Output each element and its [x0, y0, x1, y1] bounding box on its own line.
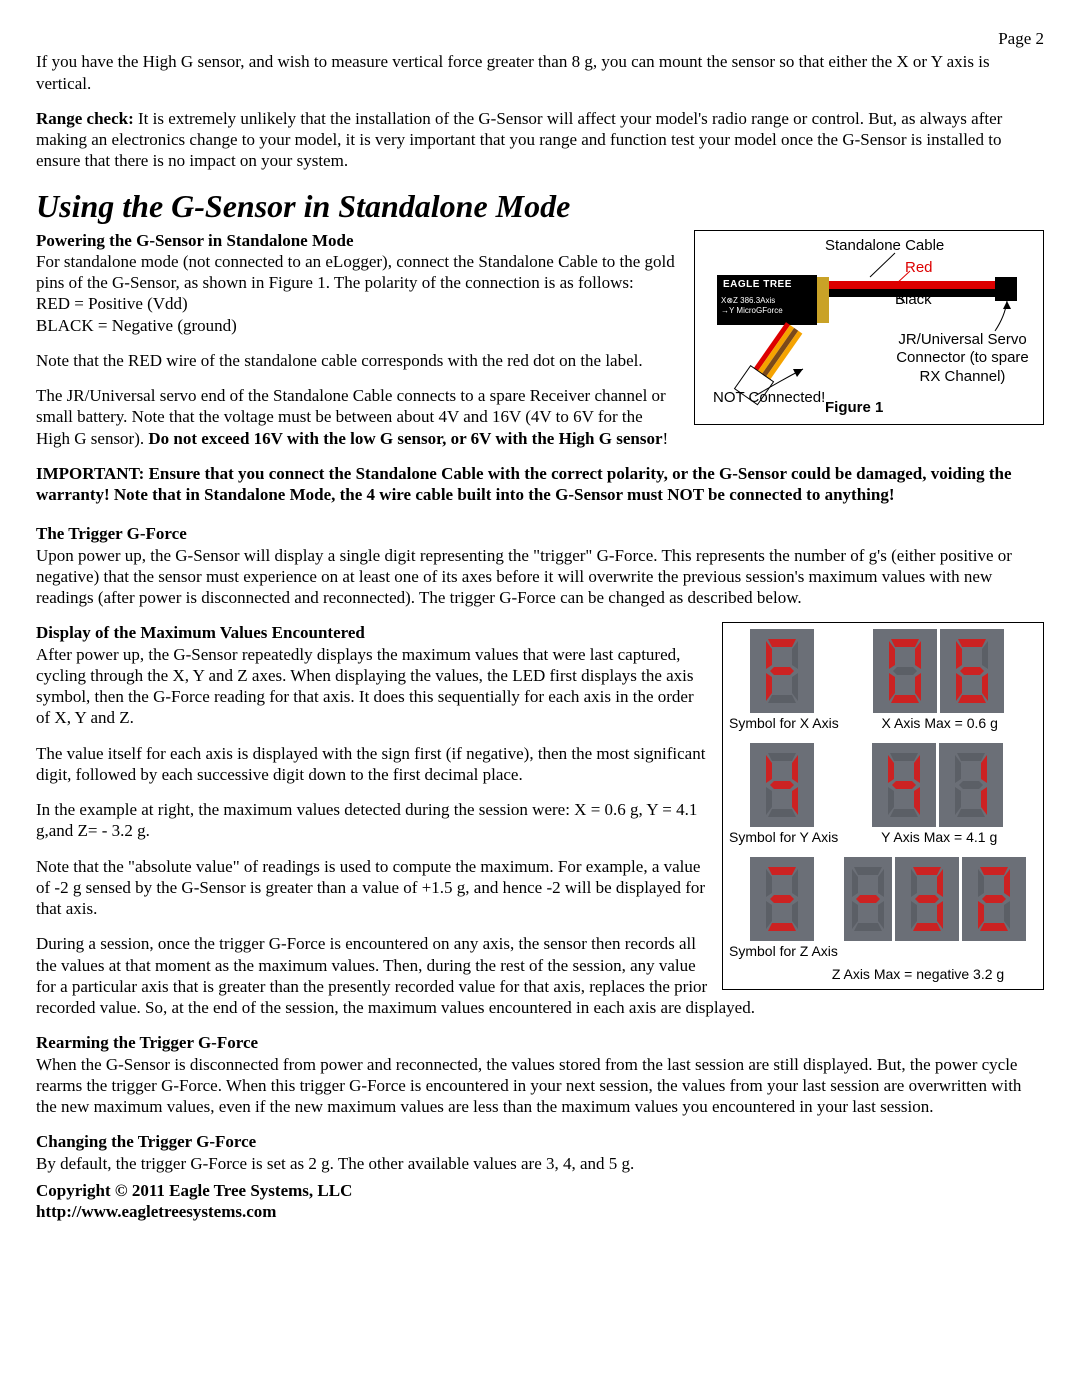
- fig1-servo-label: JR/Universal Servo Connector (to spare R…: [885, 331, 1040, 387]
- seg-x-symbol: [750, 629, 814, 713]
- fig1-standalone-cable-label: Standalone Cable: [825, 237, 944, 256]
- seg-z-digit0: [895, 857, 959, 941]
- seg-z-symbol-caption: Symbol for Z Axis: [729, 943, 838, 959]
- seg-y-symbol-caption: Symbol for Y Axis: [729, 829, 838, 845]
- page-number: Page 2: [36, 28, 1044, 49]
- important-paragraph: IMPORTANT: Ensure that you connect the S…: [36, 463, 1044, 506]
- seg-x-digit1: [940, 629, 1004, 713]
- segment-row-y: Symbol for Y Axis Y Axis Max = 4.1 g: [729, 743, 1037, 845]
- powering-p3-c: !: [663, 429, 669, 448]
- fig1-chip-brand: EAGLE TREE: [723, 279, 792, 292]
- figure-1: Standalone Cable Red Black JR/Universal …: [694, 230, 1044, 425]
- trigger-heading: The Trigger G-Force: [36, 523, 1044, 544]
- important-text: Ensure that you connect the Standalone C…: [36, 464, 1012, 504]
- seg-x-digit0: [873, 629, 937, 713]
- changing-p: By default, the trigger G-Force is set a…: [36, 1153, 1044, 1174]
- segment-panel: Symbol for X Axis X Axis Max = 0.6 g Sym…: [722, 622, 1044, 990]
- seg-z-symbol: [750, 857, 814, 941]
- fig1-not-connected-label: NOT Connected!: [713, 389, 825, 408]
- fig1-chip-line1: X⊗Z 386.3Axis: [721, 297, 775, 305]
- fig1-caption: Figure 1: [825, 399, 883, 418]
- seg-y-digit0: [872, 743, 936, 827]
- seg-x-symbol-caption: Symbol for X Axis: [729, 715, 839, 731]
- fig1-black-label: Black: [895, 291, 932, 310]
- seg-z-digit1: [962, 857, 1026, 941]
- section-heading: Using the G-Sensor in Standalone Mode: [36, 186, 1044, 226]
- rearm-heading: Rearming the Trigger G-Force: [36, 1032, 1044, 1053]
- range-check-paragraph: Range check: It is extremely unlikely th…: [36, 108, 1044, 172]
- trigger-p: Upon power up, the G-Sensor will display…: [36, 545, 1044, 609]
- segment-row-z: Symbol for Z Axis: [729, 857, 1037, 959]
- seg-z-sign: [844, 857, 892, 941]
- fig1-red-label: Red: [905, 259, 933, 278]
- changing-heading: Changing the Trigger G-Force: [36, 1131, 1044, 1152]
- seg-y-symbol: [750, 743, 814, 827]
- seg-y-value-caption: Y Axis Max = 4.1 g: [881, 829, 997, 845]
- seg-x-value-caption: X Axis Max = 0.6 g: [882, 715, 998, 731]
- intro-paragraph: If you have the High G sensor, and wish …: [36, 51, 1044, 94]
- seg-y-digit1: [939, 743, 1003, 827]
- powering-p3-bold: Do not exceed 16V with the low G sensor,…: [148, 429, 662, 448]
- segment-row-x: Symbol for X Axis X Axis Max = 0.6 g: [729, 629, 1037, 731]
- rearm-p: When the G-Sensor is disconnected from p…: [36, 1054, 1044, 1118]
- footer-copyright: Copyright © 2011 Eagle Tree Systems, LLC: [36, 1181, 352, 1200]
- range-check-label: Range check:: [36, 109, 134, 128]
- seg-z-value-caption: Z Axis Max = negative 3.2 g: [729, 966, 1037, 984]
- range-check-text: It is extremely unlikely that the instal…: [36, 109, 1002, 171]
- fig1-chip-line2: →Y MicroGForce: [721, 307, 783, 315]
- important-label: IMPORTANT:: [36, 464, 149, 483]
- footer-url: http://www.eagletreesystems.com: [36, 1202, 276, 1221]
